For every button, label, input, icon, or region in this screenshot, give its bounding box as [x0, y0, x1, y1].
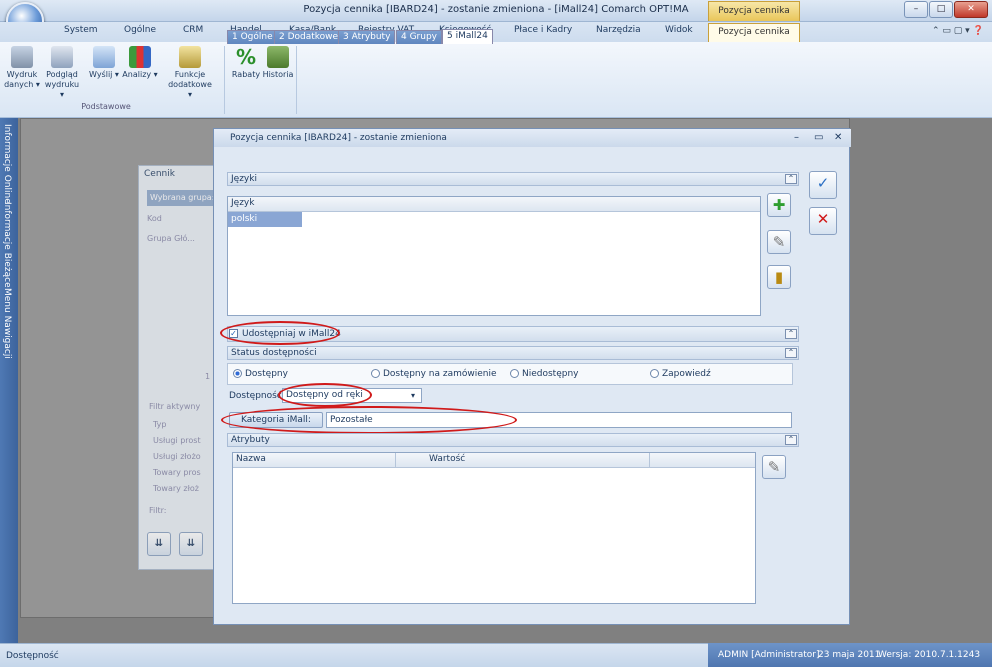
- sidebar-informacje-biezace[interactable]: Informacje Bieżące: [2, 202, 12, 288]
- collapse-icon[interactable]: ⌃: [785, 348, 797, 358]
- tab-pozycja-cennika[interactable]: Pozycja cennika: [708, 23, 800, 42]
- filtr-aktywny: Filtr aktywny: [149, 402, 201, 411]
- chart-icon: [129, 46, 151, 68]
- highlight-kategoria: [221, 406, 517, 434]
- dialog-tab-dodatkowe[interactable]: 2 Dodatkowe: [274, 30, 344, 44]
- radio-niedostepny[interactable]: Niedostępny: [510, 369, 579, 379]
- ribbon-controls-icon[interactable]: ⌃ ▭ ▢ ▾ ❓: [932, 26, 984, 36]
- percent-icon: %: [235, 45, 257, 69]
- status-user: ADMIN [Administrator]: [718, 650, 820, 660]
- highlight-udostepniaj: [220, 321, 340, 345]
- wartosc-column-header: Wartość: [429, 454, 466, 464]
- tab-crm[interactable]: CRM: [183, 25, 203, 35]
- send-icon: [93, 46, 115, 68]
- grupa-item[interactable]: Grupa Głó...: [147, 234, 195, 243]
- tab-system[interactable]: System: [64, 25, 98, 35]
- radio-zapowiedz[interactable]: Zapowiedź: [650, 369, 711, 379]
- tab-narzedzia[interactable]: Narzędzia: [596, 25, 641, 35]
- typ-label: Typ: [153, 420, 167, 429]
- cennik-action-button[interactable]: ⇊: [147, 532, 171, 556]
- chevron-down-icon: ▾: [411, 391, 416, 400]
- dialog-tab-ogolne[interactable]: 1 Ogólne: [227, 30, 278, 44]
- podglad-wydruku-button[interactable]: Podgląd wydruku ▾: [42, 46, 82, 100]
- kod-column: Kod: [147, 214, 162, 223]
- edit-icon[interactable]: ✎: [767, 230, 791, 254]
- status-left: Dostępność: [6, 651, 59, 661]
- dialog-close-button[interactable]: ✕: [834, 132, 842, 143]
- atrybuty-grid-header: Nazwa Wartość: [233, 453, 755, 468]
- save-icon[interactable]: ✓: [809, 171, 837, 199]
- type-option[interactable]: Towary złoż: [153, 484, 199, 493]
- radio-selected-icon: [233, 369, 242, 378]
- collapse-icon[interactable]: ⌃: [785, 329, 797, 339]
- nazwa-column-header: Nazwa: [236, 454, 266, 464]
- ribbon-group-label: Podstawowe: [81, 102, 131, 111]
- collapse-icon[interactable]: ⌃: [785, 174, 797, 184]
- jezyki-header: Języki: [227, 172, 799, 186]
- dialog-maximize-button[interactable]: ▭: [814, 132, 823, 143]
- type-option[interactable]: Usługi złożo: [153, 452, 201, 461]
- cancel-icon[interactable]: ✕: [809, 207, 837, 235]
- cennik-title: Cennik: [144, 169, 175, 179]
- ribbon-separator: [296, 46, 297, 114]
- close-button[interactable]: ✕: [954, 1, 988, 18]
- dialog-title-bar: Pozycja cennika [IBARD24] - zostanie zmi…: [214, 129, 851, 147]
- history-icon: [267, 46, 289, 68]
- type-option[interactable]: Usługi prost: [153, 436, 201, 445]
- status-header: Status dostępności: [227, 346, 799, 360]
- jezyk-row[interactable]: polski: [228, 212, 302, 227]
- dostepnosc-label: Dostępność:: [229, 391, 285, 401]
- highlight-dostepnosc: [278, 383, 372, 407]
- dialog-tab-grupy[interactable]: 4 Grupy: [396, 30, 443, 44]
- radio-icon: [371, 369, 380, 378]
- status-version: Wersja: 2010.7.1.1243: [878, 650, 981, 660]
- radio-icon: [510, 369, 519, 378]
- title-bar: Pozycja cennika [IBARD24] - zostanie zmi…: [0, 0, 992, 22]
- preview-icon: [51, 46, 73, 68]
- radio-dostepny[interactable]: Dostępny: [233, 369, 288, 379]
- wybrana-grupa: Wybrana grupa:: [147, 190, 221, 206]
- analizy-button[interactable]: Analizy ▾: [120, 46, 160, 80]
- wydruk-danych-button[interactable]: Wydruk danych ▾: [2, 46, 42, 90]
- context-tab-label: Pozycja cennika: [708, 1, 800, 21]
- delete-icon[interactable]: ▮: [767, 265, 791, 289]
- historia-button[interactable]: Historia: [258, 46, 298, 80]
- radio-icon: [650, 369, 659, 378]
- radio-na-zamowienie[interactable]: Dostępny na zamówienie: [371, 369, 497, 379]
- status-date: 23 maja 2011: [818, 650, 881, 660]
- collapse-icon[interactable]: ⌃: [785, 435, 797, 445]
- tab-widok[interactable]: Widok: [665, 25, 693, 35]
- tab-place-kadry[interactable]: Płace i Kadry: [514, 25, 572, 35]
- window-title: Pozycja cennika [IBARD24] - zostanie zmi…: [303, 4, 689, 15]
- funkcje-dodatkowe-button[interactable]: Funkcje dodatkowe ▾: [166, 46, 214, 100]
- printer-icon: [11, 46, 33, 68]
- ribbon-separator: [224, 46, 225, 114]
- jezyk-column-header: Język: [228, 197, 760, 212]
- filtr-label: Filtr:: [149, 506, 167, 515]
- minimize-button[interactable]: –: [904, 1, 928, 18]
- count: 1: [205, 372, 211, 381]
- cennik-window[interactable]: Cennik Wybrana grupa: Kod Grupa Głó... 1…: [138, 165, 221, 570]
- tab-ogolne[interactable]: Ogólne: [124, 25, 156, 35]
- wyslij-button[interactable]: Wyślij ▾: [84, 46, 124, 80]
- sidebar-informacje-online[interactable]: Informacje Online: [2, 124, 12, 204]
- type-option[interactable]: Towary pros: [153, 468, 201, 477]
- dialog-tab-imall24[interactable]: 5 iMall24: [442, 29, 493, 44]
- dialog-minimize-button[interactable]: –: [794, 132, 799, 143]
- atrybuty-grid: Nazwa Wartość: [232, 452, 756, 604]
- edit-icon[interactable]: ✎: [762, 455, 786, 479]
- dialog-title: Pozycja cennika [IBARD24] - zostanie zmi…: [230, 133, 447, 143]
- sidebar-menu-nawigacji[interactable]: Menu Nawigacji: [2, 288, 12, 359]
- atrybuty-header: Atrybuty: [227, 433, 799, 447]
- cennik-action-button[interactable]: ⇊: [179, 532, 203, 556]
- dialog-tab-atrybuty[interactable]: 3 Atrybuty: [338, 30, 396, 44]
- jezyki-grid: Język polski: [227, 196, 761, 316]
- gears-icon: [179, 46, 201, 68]
- add-icon[interactable]: ✚: [767, 193, 791, 217]
- maximize-button[interactable]: □: [929, 1, 953, 18]
